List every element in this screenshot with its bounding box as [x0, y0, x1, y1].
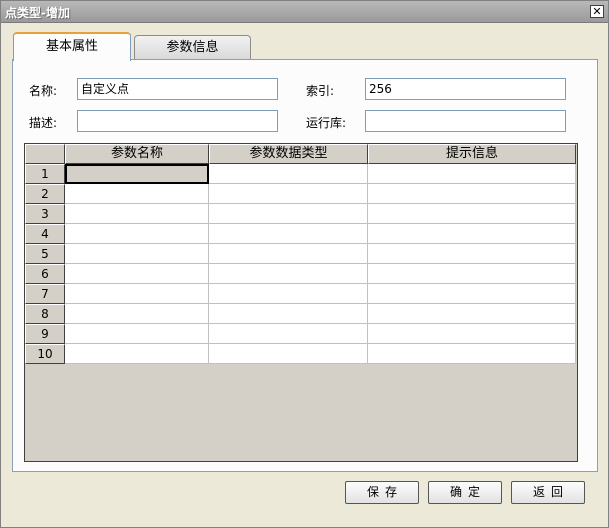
grid-cell[interactable]: [209, 244, 368, 264]
row-header[interactable]: 7: [25, 284, 65, 304]
row-header[interactable]: 4: [25, 224, 65, 244]
runtime-library-label: 运行库:: [306, 116, 347, 130]
grid-cell[interactable]: [368, 264, 576, 284]
column-header-param-type[interactable]: 参数数据类型: [209, 144, 368, 164]
grid-cell[interactable]: [209, 204, 368, 224]
name-label: 名称:: [29, 84, 58, 98]
column-header-hint[interactable]: 提示信息: [368, 144, 576, 164]
grid-cell[interactable]: [65, 324, 209, 344]
grid-cell[interactable]: [65, 284, 209, 304]
grid-cell[interactable]: [368, 224, 576, 244]
grid-cell[interactable]: [368, 304, 576, 324]
save-button[interactable]: 保存: [345, 481, 419, 504]
grid-cell[interactable]: [209, 304, 368, 324]
parameter-grid[interactable]: 参数名称 参数数据类型 提示信息 1 2 3 4 5 6 7 8 9 10: [24, 143, 578, 462]
grid-cell[interactable]: [368, 164, 576, 184]
grid-cell[interactable]: [65, 204, 209, 224]
grid-cell[interactable]: [368, 324, 576, 344]
grid-cell[interactable]: [368, 244, 576, 264]
row-header[interactable]: 1: [25, 164, 65, 184]
grid-cell[interactable]: [209, 224, 368, 244]
grid-cell[interactable]: [209, 284, 368, 304]
grid-cell[interactable]: [65, 244, 209, 264]
grid-cell[interactable]: [209, 184, 368, 204]
back-button[interactable]: 返回: [511, 481, 585, 504]
description-field[interactable]: [77, 110, 278, 132]
index-label: 索引:: [306, 84, 335, 98]
name-field[interactable]: 自定义点: [77, 78, 278, 100]
grid-cell[interactable]: [209, 164, 368, 184]
grid-cell[interactable]: [368, 284, 576, 304]
row-header[interactable]: 9: [25, 324, 65, 344]
runtime-library-field[interactable]: [365, 110, 566, 132]
grid-cell[interactable]: [65, 224, 209, 244]
form-layer: 名称: 自定义点 索引: 256 描述: 运行库: 参数名称 参数数据类型 提示…: [0, 0, 609, 528]
row-header[interactable]: 5: [25, 244, 65, 264]
grid-cell[interactable]: [209, 264, 368, 284]
row-header[interactable]: 6: [25, 264, 65, 284]
grid-cell[interactable]: [368, 344, 576, 364]
grid-cell[interactable]: [65, 304, 209, 324]
grid-cell[interactable]: [368, 184, 576, 204]
column-header-param-name[interactable]: 参数名称: [65, 144, 209, 164]
index-field[interactable]: 256: [365, 78, 566, 100]
description-label: 描述:: [29, 116, 58, 130]
grid-cell[interactable]: [65, 164, 209, 184]
grid-cell[interactable]: [209, 344, 368, 364]
row-header[interactable]: 10: [25, 344, 65, 364]
grid-cell[interactable]: [65, 264, 209, 284]
grid-cell[interactable]: [65, 184, 209, 204]
grid-corner: [25, 144, 65, 164]
grid-cell[interactable]: [65, 344, 209, 364]
grid-cell[interactable]: [209, 324, 368, 344]
ok-button[interactable]: 确定: [428, 481, 502, 504]
grid-cell[interactable]: [368, 204, 576, 224]
row-header[interactable]: 2: [25, 184, 65, 204]
row-header[interactable]: 3: [25, 204, 65, 224]
row-header[interactable]: 8: [25, 304, 65, 324]
